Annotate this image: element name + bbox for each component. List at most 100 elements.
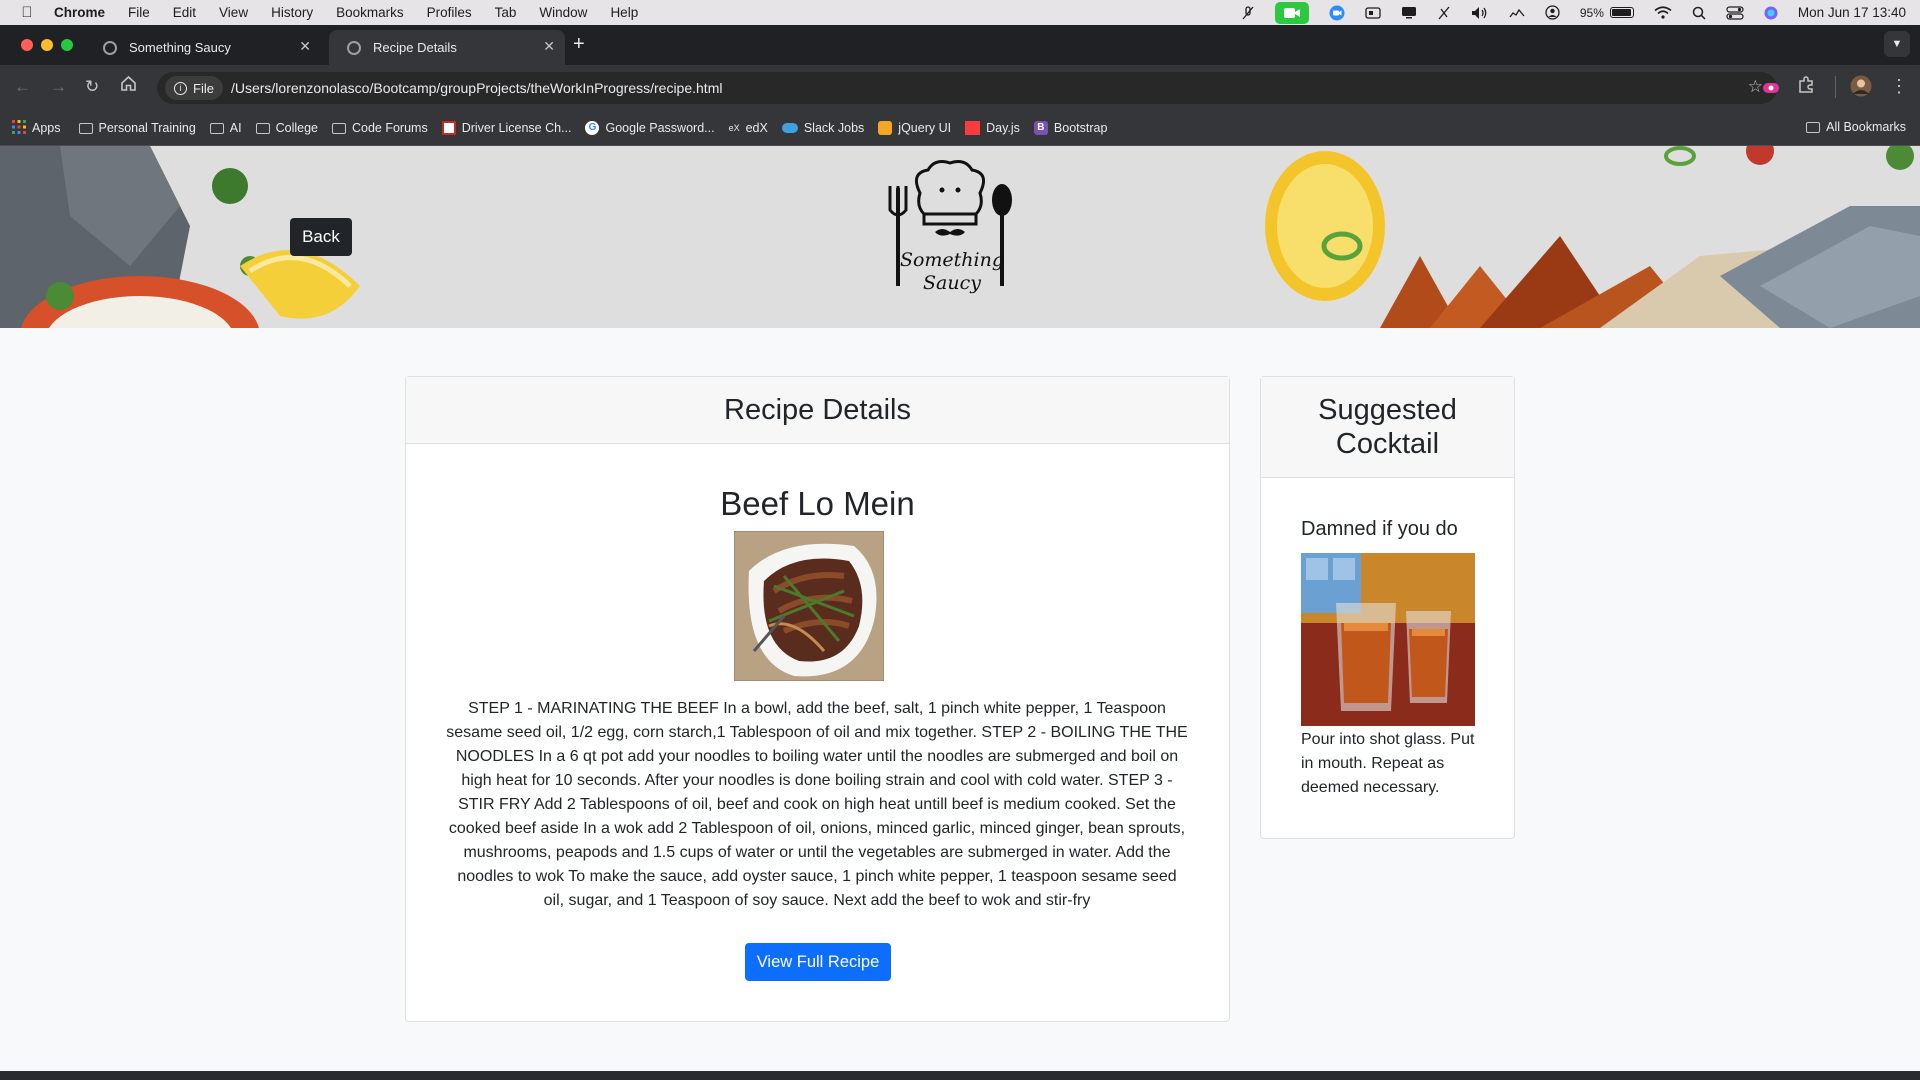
forward-arrow-icon[interactable]: → bbox=[50, 77, 67, 97]
menu-profiles[interactable]: Profiles bbox=[427, 5, 472, 20]
address-bar[interactable]: i File /Users/lorenzonolasco/Bootcamp/gr… bbox=[157, 72, 1777, 104]
chrome-menu-kebab-icon[interactable]: ⋮ bbox=[1890, 76, 1908, 97]
window-minimize-button[interactable] bbox=[41, 39, 53, 51]
window-zoom-button[interactable] bbox=[61, 39, 73, 51]
menu-view[interactable]: View bbox=[219, 5, 248, 20]
menu-history[interactable]: History bbox=[271, 5, 313, 20]
folder-icon bbox=[209, 122, 224, 134]
profile-avatar[interactable] bbox=[1850, 75, 1872, 102]
spotlight-search-icon[interactable] bbox=[1692, 6, 1706, 20]
bookmark-label: Day.js bbox=[986, 121, 1020, 135]
folder-icon bbox=[255, 122, 270, 134]
view-full-recipe-button[interactable]: View Full Recipe bbox=[745, 943, 891, 981]
bookmark-label: Code Forums bbox=[351, 121, 428, 135]
bookmark-edx[interactable]: eX edX bbox=[729, 121, 768, 135]
activity-icon[interactable] bbox=[1509, 7, 1525, 19]
back-arrow-icon[interactable]: ← bbox=[14, 77, 31, 97]
dnd-off-icon[interactable] bbox=[1437, 6, 1451, 20]
bookmark-driver-license[interactable]: Driver License Ch... bbox=[441, 121, 571, 135]
menu-help[interactable]: Help bbox=[610, 5, 638, 20]
siri-icon[interactable] bbox=[1764, 6, 1778, 20]
suggested-cocktail-card: Suggested Cocktail Damned if you do Pour… bbox=[1260, 376, 1515, 839]
status-area: 95% Mon Jun 17 13:40 bbox=[1241, 0, 1920, 25]
recipe-name: Beef Lo Mein bbox=[720, 485, 915, 522]
user-account-icon[interactable] bbox=[1545, 5, 1560, 20]
new-tab-icon[interactable]: + bbox=[573, 33, 585, 56]
menubar-clock[interactable]: Mon Jun 17 13:40 bbox=[1798, 5, 1906, 20]
folder-icon bbox=[1806, 121, 1821, 133]
menu-edit[interactable]: Edit bbox=[173, 5, 196, 20]
bottom-edge bbox=[0, 1071, 1920, 1080]
jquery-favicon-icon bbox=[878, 121, 893, 135]
cocktail-card-title-line1: Suggested bbox=[1318, 394, 1457, 426]
bookmarks-bar: Apps Personal Training AI College Code F… bbox=[0, 111, 1920, 146]
display-icon[interactable] bbox=[1401, 6, 1417, 19]
tab-title: Recipe Details bbox=[373, 40, 457, 55]
bookmark-label: Slack Jobs bbox=[803, 121, 865, 135]
mic-muted-icon[interactable] bbox=[1241, 5, 1255, 20]
cocktail-name: Damned if you do bbox=[1301, 518, 1458, 540]
folder-icon bbox=[331, 122, 346, 134]
bookmark-jquery-ui[interactable]: jQuery UI bbox=[878, 121, 951, 135]
extension-pink-icon[interactable] bbox=[1762, 79, 1780, 99]
menu-tab[interactable]: Tab bbox=[495, 5, 517, 20]
something-saucy-logo: Something Saucy bbox=[880, 158, 1020, 304]
menu-bookmarks[interactable]: Bookmarks bbox=[336, 5, 404, 20]
window-close-button[interactable] bbox=[21, 39, 33, 51]
tab-something-saucy[interactable]: Something Saucy ✕ bbox=[85, 30, 321, 65]
bookmark-google-password[interactable]: G Google Password... bbox=[585, 121, 715, 135]
zoom-icon[interactable] bbox=[1329, 5, 1345, 21]
recipe-details-card: Recipe Details Beef Lo Mein STEP 1 - MAR… bbox=[405, 376, 1230, 1022]
site-info-chip[interactable]: i File bbox=[165, 76, 223, 100]
dmv-favicon-icon bbox=[441, 121, 456, 135]
recipe-image bbox=[733, 530, 885, 682]
cocktail-image bbox=[1301, 553, 1475, 726]
bookmark-college[interactable]: College bbox=[255, 121, 318, 135]
logo-text-saucy: Saucy bbox=[923, 272, 981, 294]
url-text[interactable]: /Users/lorenzonolasco/Bootcamp/groupProj… bbox=[231, 80, 723, 96]
control-center-icon[interactable] bbox=[1726, 5, 1744, 20]
menu-app-name[interactable]: Chrome bbox=[54, 5, 105, 20]
home-icon[interactable] bbox=[120, 75, 137, 97]
bookmark-code-forums[interactable]: Code Forums bbox=[331, 121, 428, 135]
bookmark-ai[interactable]: AI bbox=[209, 121, 242, 135]
bookmark-star-icon[interactable]: ☆ bbox=[1748, 77, 1763, 97]
extensions-puzzle-icon[interactable] bbox=[1797, 76, 1815, 99]
bookmark-bootstrap[interactable]: B Bootstrap bbox=[1033, 121, 1107, 135]
tab-close-icon[interactable]: ✕ bbox=[299, 38, 311, 55]
menu-file[interactable]: File bbox=[128, 5, 150, 20]
bootstrap-favicon-icon: B bbox=[1033, 121, 1048, 135]
logo-text-something: Something bbox=[900, 249, 1004, 271]
google-favicon-icon: G bbox=[585, 121, 600, 135]
bookmark-dayjs[interactable]: Day.js bbox=[965, 121, 1020, 135]
folder-icon bbox=[78, 122, 93, 134]
reload-icon[interactable]: ↻ bbox=[85, 77, 99, 97]
info-icon: i bbox=[174, 81, 187, 95]
apps-grid-icon bbox=[12, 119, 26, 137]
cocktail-card-title-line2: Cocktail bbox=[1335, 428, 1440, 460]
browser-tab-strip: Something Saucy ✕ Recipe Details ✕ bbox=[0, 25, 1920, 65]
bookmark-slack-jobs[interactable]: Slack Jobs bbox=[781, 121, 865, 135]
toolbar-divider bbox=[1835, 76, 1836, 98]
tab-close-icon[interactable]: ✕ bbox=[543, 38, 555, 55]
bookmark-label: AI bbox=[229, 121, 242, 135]
bookmark-apps[interactable]: Apps bbox=[12, 119, 61, 137]
battery-icon[interactable] bbox=[1609, 7, 1634, 18]
cocktail-card-header: Suggested Cocktail bbox=[1261, 377, 1514, 478]
screen-mirroring-icon[interactable] bbox=[1365, 6, 1381, 19]
apple-menu-icon[interactable]:  bbox=[0, 4, 54, 21]
globe-favicon-icon bbox=[347, 40, 361, 55]
scheme-label: File bbox=[193, 80, 214, 96]
facetime-icon[interactable] bbox=[1274, 1, 1309, 24]
tab-search-chevron-icon[interactable]: ▼ bbox=[1884, 31, 1910, 57]
all-bookmarks[interactable]: All Bookmarks bbox=[1806, 120, 1906, 134]
tab-recipe-details[interactable]: Recipe Details ✕ bbox=[329, 30, 565, 65]
wifi-icon[interactable] bbox=[1654, 6, 1672, 19]
recipe-card-title: Recipe Details bbox=[724, 393, 911, 426]
volume-icon[interactable] bbox=[1471, 6, 1489, 20]
hero-banner: Back Something Saucy bbox=[0, 146, 1920, 328]
bookmark-personal-training[interactable]: Personal Training bbox=[78, 121, 196, 135]
menu-window[interactable]: Window bbox=[539, 5, 587, 20]
back-button[interactable]: Back bbox=[290, 218, 352, 256]
browser-toolbar: ← → ↻ i File /Users/lorenzonolasco/Bootc… bbox=[0, 65, 1920, 111]
